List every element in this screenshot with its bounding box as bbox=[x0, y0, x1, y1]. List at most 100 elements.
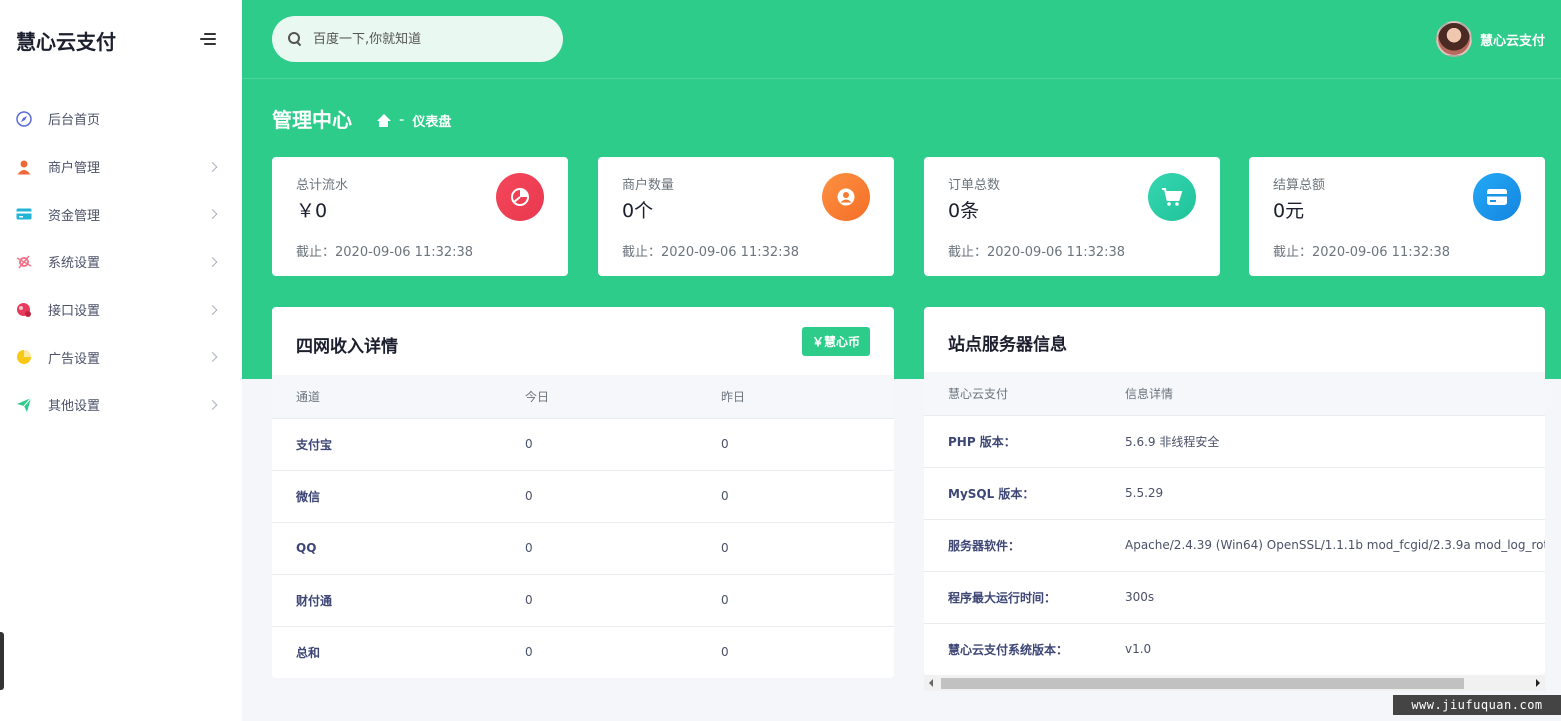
chevron-right-icon bbox=[207, 256, 218, 267]
chevron-right-icon bbox=[207, 400, 218, 410]
channel-name: 微信 bbox=[272, 469, 501, 522]
info-key: 服务器软件： bbox=[924, 518, 1101, 571]
table-header: 通道 今日 昨日 bbox=[272, 375, 894, 418]
watermark: www.jiufuquan.com bbox=[1393, 695, 1561, 715]
scroll-left-icon[interactable] bbox=[929, 679, 933, 687]
sidebar-item-label: 接口设置 bbox=[48, 304, 101, 320]
menu-toggle-icon[interactable] bbox=[198, 30, 218, 48]
sidebar-item-funds[interactable]: 资金管理 bbox=[0, 190, 242, 238]
credit-card-icon bbox=[1473, 173, 1521, 221]
home-icon[interactable] bbox=[376, 113, 391, 128]
sidebar-item-other-settings[interactable]: 其他设置 bbox=[0, 381, 242, 429]
income-panel: 四网收入详情 ￥慧心币 通道 今日 昨日 支付宝 0 0 微信 0 0 QQ 0… bbox=[272, 307, 894, 678]
compass-icon bbox=[16, 111, 32, 127]
yesterday-value: 0 bbox=[697, 521, 894, 574]
sidebar-item-merchants[interactable]: 商户管理 bbox=[0, 143, 242, 191]
stat-label: 结算总额 bbox=[1273, 178, 1326, 193]
info-key: 慧心云支付系统版本： bbox=[924, 622, 1101, 675]
info-value: 5.6.9 非线程安全 bbox=[1101, 414, 1545, 467]
sidebar-item-system-settings[interactable]: 系统设置 bbox=[0, 238, 242, 286]
channel-name: QQ bbox=[272, 521, 501, 574]
breadcrumb: - 仪表盘 bbox=[376, 111, 451, 130]
user-circle-icon bbox=[822, 173, 870, 221]
globe-icon bbox=[16, 302, 32, 318]
scroll-right-icon[interactable] bbox=[1536, 679, 1540, 687]
avatar[interactable] bbox=[1435, 21, 1472, 57]
stat-timestamp: 截止：2020-09-06 11:32:38 bbox=[1273, 245, 1451, 260]
user-name[interactable]: 慧心云支付 bbox=[1480, 30, 1545, 49]
column-header: 信息详情 bbox=[1101, 372, 1545, 415]
chart-pie-icon bbox=[16, 349, 32, 365]
scrollbar-thumb[interactable] bbox=[941, 678, 1464, 689]
stat-label: 总计流水 bbox=[296, 178, 349, 193]
breadcrumb-separator: - bbox=[399, 113, 405, 128]
stat-value: 0条 bbox=[948, 200, 980, 222]
info-key: PHP 版本： bbox=[924, 414, 1101, 467]
stat-card-settlement: 结算总额 0元 截止：2020-09-06 11:32:38 bbox=[1249, 157, 1545, 276]
column-header: 今日 bbox=[501, 375, 697, 418]
table-row: 支付宝 0 0 bbox=[272, 417, 894, 470]
chevron-right-icon bbox=[207, 161, 218, 172]
sidebar-item-label: 系统设置 bbox=[48, 256, 101, 272]
card-icon bbox=[16, 206, 32, 222]
stat-card-orders: 订单总数 0条 截止：2020-09-06 11:32:38 bbox=[924, 157, 1220, 276]
search-input[interactable] bbox=[313, 31, 533, 47]
column-header: 慧心云支付 bbox=[924, 372, 1101, 415]
yesterday-value: 0 bbox=[697, 469, 894, 522]
sidebar-item-api-settings[interactable]: 接口设置 bbox=[0, 286, 242, 334]
coin-button[interactable]: ￥慧心币 bbox=[801, 327, 870, 356]
stat-label: 订单总数 bbox=[948, 178, 1001, 193]
sidebar-item-label: 其他设置 bbox=[48, 399, 101, 415]
table-row: 程序最大运行时间： 300s bbox=[924, 570, 1545, 623]
breadcrumb-current: 仪表盘 bbox=[412, 115, 452, 130]
user-menu[interactable]: 慧心云支付 bbox=[1435, 21, 1545, 57]
stat-label: 商户数量 bbox=[622, 178, 675, 193]
table-row: 慧心云支付系统版本： v1.0 bbox=[924, 622, 1545, 675]
column-header: 通道 bbox=[272, 375, 501, 418]
divider bbox=[242, 78, 1561, 79]
income-table: 通道 今日 昨日 支付宝 0 0 微信 0 0 QQ 0 0 财付通 0 0 总… bbox=[272, 375, 894, 678]
send-icon bbox=[16, 397, 32, 413]
sidebar: 慧心云支付 后台首页 商户管理 资金管理 系统设置 接口设置 广告设置 其他设置 bbox=[0, 0, 242, 721]
table-header: 慧心云支付 信息详情 bbox=[924, 372, 1545, 415]
sidebar-item-ad-settings[interactable]: 广告设置 bbox=[0, 333, 242, 381]
today-value: 0 bbox=[501, 573, 697, 626]
satellite-icon bbox=[16, 254, 32, 270]
yesterday-value: 0 bbox=[697, 625, 894, 678]
pie-chart-icon bbox=[496, 173, 544, 221]
user-icon bbox=[16, 159, 32, 175]
panel-title: 四网收入详情 bbox=[296, 337, 398, 357]
table-row: 微信 0 0 bbox=[272, 469, 894, 522]
chevron-right-icon bbox=[207, 209, 218, 220]
info-key: 程序最大运行时间： bbox=[924, 570, 1101, 623]
table-row: PHP 版本： 5.6.9 非线程安全 bbox=[924, 414, 1545, 467]
sidebar-item-label: 商户管理 bbox=[48, 161, 101, 177]
channel-name: 总和 bbox=[272, 625, 501, 678]
server-info-panel: 站点服务器信息 慧心云支付 信息详情 PHP 版本： 5.6.9 非线程安全 M… bbox=[924, 307, 1545, 675]
table-row: 总和 0 0 bbox=[272, 625, 894, 678]
chevron-right-icon bbox=[207, 304, 218, 315]
table-row: QQ 0 0 bbox=[272, 521, 894, 574]
search-box[interactable] bbox=[272, 16, 563, 62]
stat-timestamp: 截止：2020-09-06 11:32:38 bbox=[948, 245, 1126, 260]
sidebar-item-home[interactable]: 后台首页 bbox=[0, 95, 242, 143]
info-value: v1.0 bbox=[1101, 622, 1545, 675]
info-value: 300s bbox=[1101, 570, 1545, 623]
chevron-right-icon bbox=[207, 352, 218, 363]
stat-value: 0个 bbox=[622, 200, 654, 222]
today-value: 0 bbox=[501, 469, 697, 522]
info-value: 5.5.29 bbox=[1101, 466, 1545, 519]
today-value: 0 bbox=[501, 417, 697, 470]
today-value: 0 bbox=[501, 625, 697, 678]
panel-title: 站点服务器信息 bbox=[948, 335, 1067, 355]
cart-icon bbox=[1148, 173, 1196, 221]
sidebar-edge-tab[interactable] bbox=[0, 632, 4, 690]
today-value: 0 bbox=[501, 521, 697, 574]
sidebar-item-label: 广告设置 bbox=[48, 351, 101, 367]
stat-timestamp: 截止：2020-09-06 11:32:38 bbox=[622, 245, 800, 260]
horizontal-scrollbar[interactable] bbox=[924, 675, 1545, 691]
table-row: MySQL 版本： 5.5.29 bbox=[924, 466, 1545, 519]
channel-name: 支付宝 bbox=[272, 417, 501, 470]
stat-value: 0元 bbox=[1273, 200, 1305, 222]
brand-logo[interactable]: 慧心云支付 bbox=[16, 26, 116, 55]
